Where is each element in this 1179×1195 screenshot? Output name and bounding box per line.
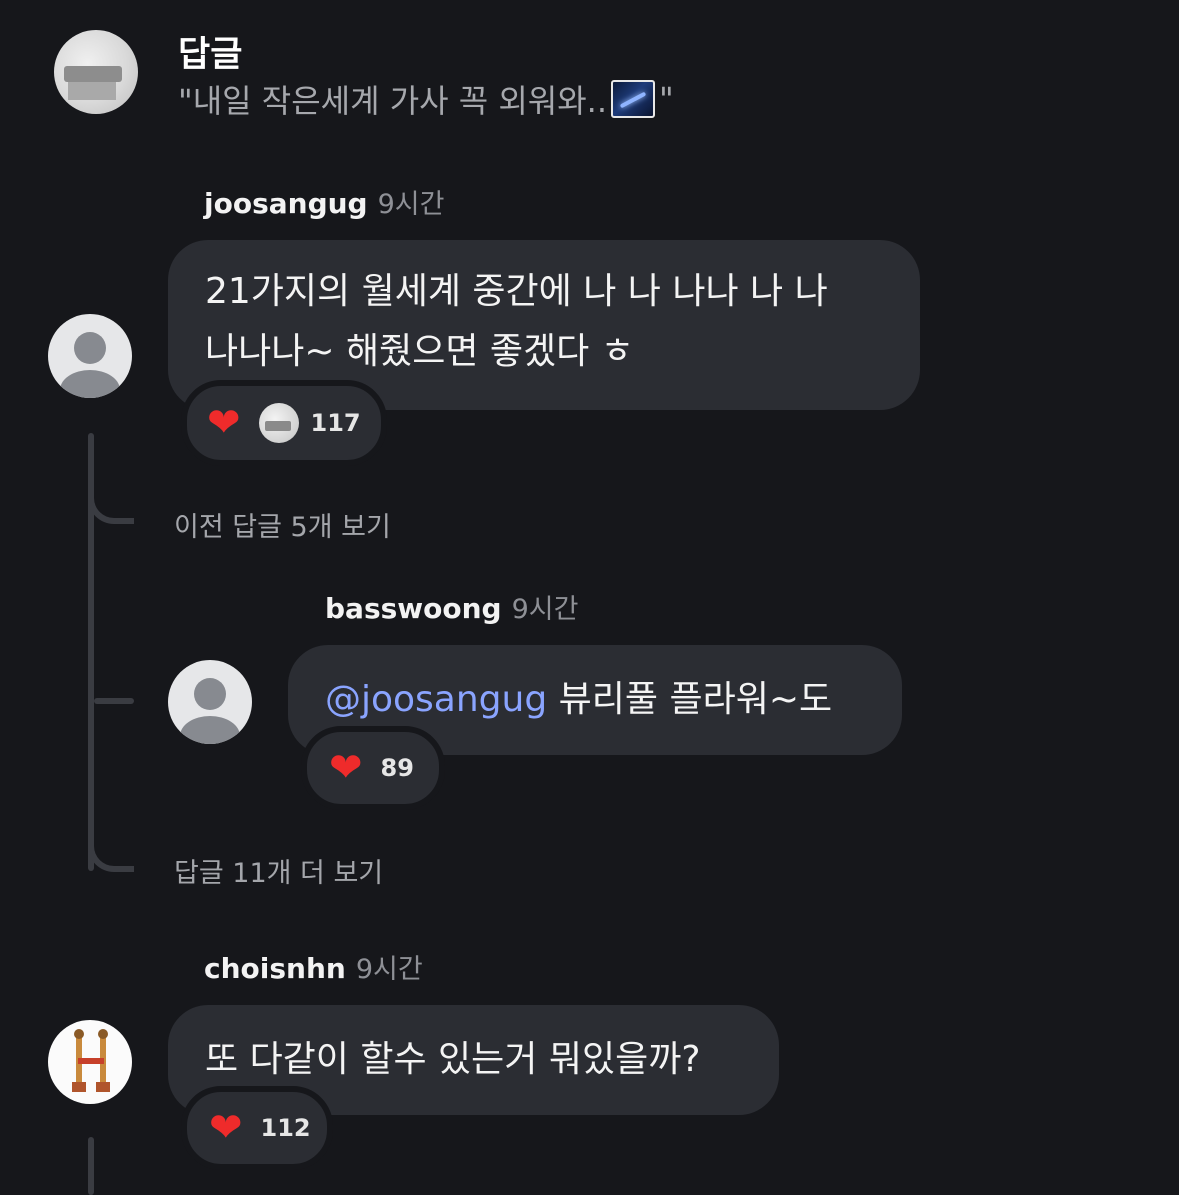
post-caption: "내일 작은세계 가사 꼭 외워와.. " xyxy=(178,76,674,122)
galaxy-emoji-icon xyxy=(611,80,656,118)
guitar-icon xyxy=(72,1029,110,1092)
heart-icon: ❤ xyxy=(329,745,363,791)
comment-header: basswoong 9시간 xyxy=(325,587,578,626)
avatar[interactable] xyxy=(168,660,252,744)
comment-text: 뷰리풀 플라워~도 xyxy=(547,679,833,720)
heart-icon: ❤ xyxy=(209,1105,243,1151)
username[interactable]: choisnhn xyxy=(204,952,346,985)
thread-branch xyxy=(88,488,134,524)
like-count: 112 xyxy=(260,1114,311,1142)
page-title: 답글 xyxy=(178,35,243,75)
comment-header: choisnhn 9시간 xyxy=(204,947,423,986)
timestamp: 9시간 xyxy=(511,594,579,625)
view-more-replies-link[interactable]: 답글 11개 더 보기 xyxy=(174,851,383,890)
reaction-badge[interactable]: ❤ 117 xyxy=(181,380,387,466)
heart-icon: ❤ xyxy=(207,400,241,446)
post-caption-text: "내일 작은세계 가사 꼭 외워와.. xyxy=(178,82,608,120)
avatar[interactable] xyxy=(48,314,132,398)
comment-text-line: 나나나~ 해줬으면 좋겠다 ㅎ xyxy=(205,331,634,372)
post-caption-quote: " xyxy=(659,80,674,118)
reaction-badge[interactable]: ❤ 89 xyxy=(301,726,445,810)
reaction-badge[interactable]: ❤ 112 xyxy=(181,1086,333,1170)
username[interactable]: joosangug xyxy=(204,187,368,220)
timestamp: 9시간 xyxy=(377,189,445,220)
like-count: 89 xyxy=(380,754,414,782)
thread-line xyxy=(88,1137,94,1195)
comment-text-line: 21가지의 월세계 중간에 나 나 나나 나 나 xyxy=(205,271,828,312)
timestamp: 9시간 xyxy=(355,954,423,985)
comment-text: 또 다같이 할수 있는거 뭐있을까? xyxy=(205,1039,701,1080)
thread-branch xyxy=(94,698,134,704)
mention-link[interactable]: @joosangug xyxy=(325,679,547,720)
comment-header: joosangug 9시간 xyxy=(204,182,444,221)
thread-branch xyxy=(88,834,134,872)
post-author-avatar[interactable] xyxy=(54,30,138,114)
like-count: 117 xyxy=(310,409,361,437)
avatar[interactable] xyxy=(48,1020,132,1104)
username[interactable]: basswoong xyxy=(325,592,502,625)
view-previous-replies-link[interactable]: 이전 답글 5개 보기 xyxy=(174,505,391,544)
reactor-avatar xyxy=(258,403,299,443)
